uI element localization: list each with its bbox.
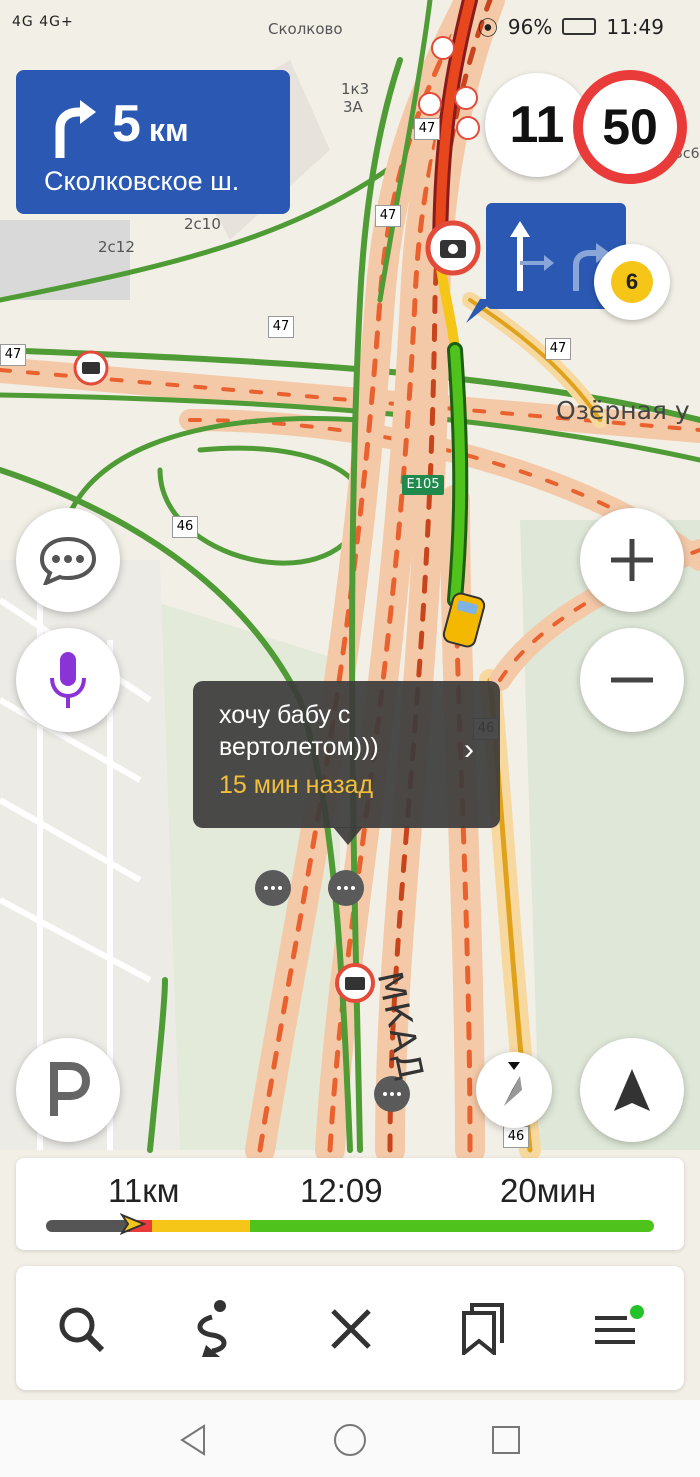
bottom-toolbar [16, 1266, 684, 1390]
street-label: Озёрная у [556, 396, 690, 425]
chevron-right-icon: › [464, 733, 474, 766]
close-route-button[interactable] [316, 1294, 386, 1364]
chat-icon [39, 536, 97, 585]
battery-percent: 96% [507, 14, 553, 39]
back-icon[interactable] [176, 1422, 212, 1458]
route-button[interactable] [180, 1294, 250, 1364]
maneuver-distance: 5 км [112, 94, 189, 154]
turn-right-arrow-icon [55, 100, 96, 158]
plus-icon [611, 539, 653, 581]
passed-segment [46, 1220, 130, 1232]
route-icon [197, 1300, 227, 1357]
close-icon [331, 1309, 371, 1349]
road-shield: 47 [545, 338, 571, 360]
compass-button[interactable] [476, 1052, 552, 1128]
status-bar: 4G 4G+ ⦿ 96% 11:49 [0, 0, 700, 50]
my-location-button[interactable] [580, 1038, 684, 1142]
callout-pointer [466, 299, 496, 323]
compass-icon [504, 1062, 522, 1106]
zoom-out-button[interactable] [580, 628, 684, 732]
clock: 11:49 [606, 14, 664, 39]
speed-camera-marker [425, 220, 481, 276]
route-summary-card[interactable]: 11км 12:09 20мин [16, 1158, 684, 1250]
building-label: 2с12 [98, 238, 135, 256]
popup-pointer [333, 827, 363, 845]
road-shield: 47 [0, 344, 26, 366]
road-shield: 47 [375, 205, 401, 227]
lane-count-badge[interactable]: 6 [594, 244, 670, 320]
home-icon[interactable] [332, 1422, 368, 1458]
speed-camera-marker [73, 350, 109, 386]
maneuver-street: Сколковское ш. [44, 166, 240, 196]
minus-icon [611, 677, 653, 683]
chat-message-time: 15 мин назад [219, 771, 374, 799]
microphone-icon [50, 652, 86, 708]
building-label: 1к3 [341, 80, 370, 98]
maneuver-panel[interactable]: 5 км Сколковское ш. [16, 70, 290, 214]
building-label: 3А [343, 98, 363, 116]
chat-message-popup[interactable]: хочу бабу с вертолетом))) 15 мин назад › [193, 681, 500, 845]
progress-marker-icon [120, 1213, 146, 1235]
remaining-time: 20мин [500, 1172, 597, 1209]
road-shield: 46 [503, 1126, 529, 1148]
speed-camera-marker [335, 963, 375, 1003]
lane-count-number: 6 [611, 261, 653, 303]
menu-button[interactable] [582, 1294, 652, 1364]
building-label: 2с10 [184, 215, 221, 233]
bookmarks-icon [462, 1303, 504, 1355]
search-button[interactable] [46, 1294, 116, 1364]
distance-value: 5 [112, 95, 141, 153]
road-shield: 47 [268, 316, 294, 338]
traffic-green-segment [250, 1220, 654, 1232]
signal-indicator: 4G 4G+ [12, 14, 74, 30]
android-nav-bar [0, 1400, 700, 1477]
road-shield: 46 [172, 516, 198, 538]
recents-icon[interactable] [488, 1422, 524, 1458]
speed-limit-sign: 50 [573, 70, 687, 184]
remaining-distance: 11км [108, 1172, 180, 1209]
voice-assistant-button[interactable] [16, 628, 120, 732]
menu-icon [595, 1305, 644, 1344]
road-shield-e105: E105 [402, 475, 444, 495]
traffic-yellow-segment [152, 1220, 250, 1232]
chat-button[interactable] [16, 508, 120, 612]
arrival-time: 12:09 [300, 1172, 383, 1209]
parking-icon [50, 1062, 90, 1116]
parking-button[interactable] [16, 1038, 120, 1142]
zoom-in-button[interactable] [580, 508, 684, 612]
search-icon [59, 1307, 105, 1353]
chat-message-text: хочу бабу с вертолетом))) [219, 701, 379, 761]
distance-unit: км [148, 112, 189, 148]
location-icon: ⦿ [477, 16, 498, 40]
battery-icon [562, 18, 597, 35]
navigation-arrow-icon [614, 1069, 650, 1111]
bookmarks-button[interactable] [448, 1294, 518, 1364]
road-shield: 47 [414, 118, 440, 140]
